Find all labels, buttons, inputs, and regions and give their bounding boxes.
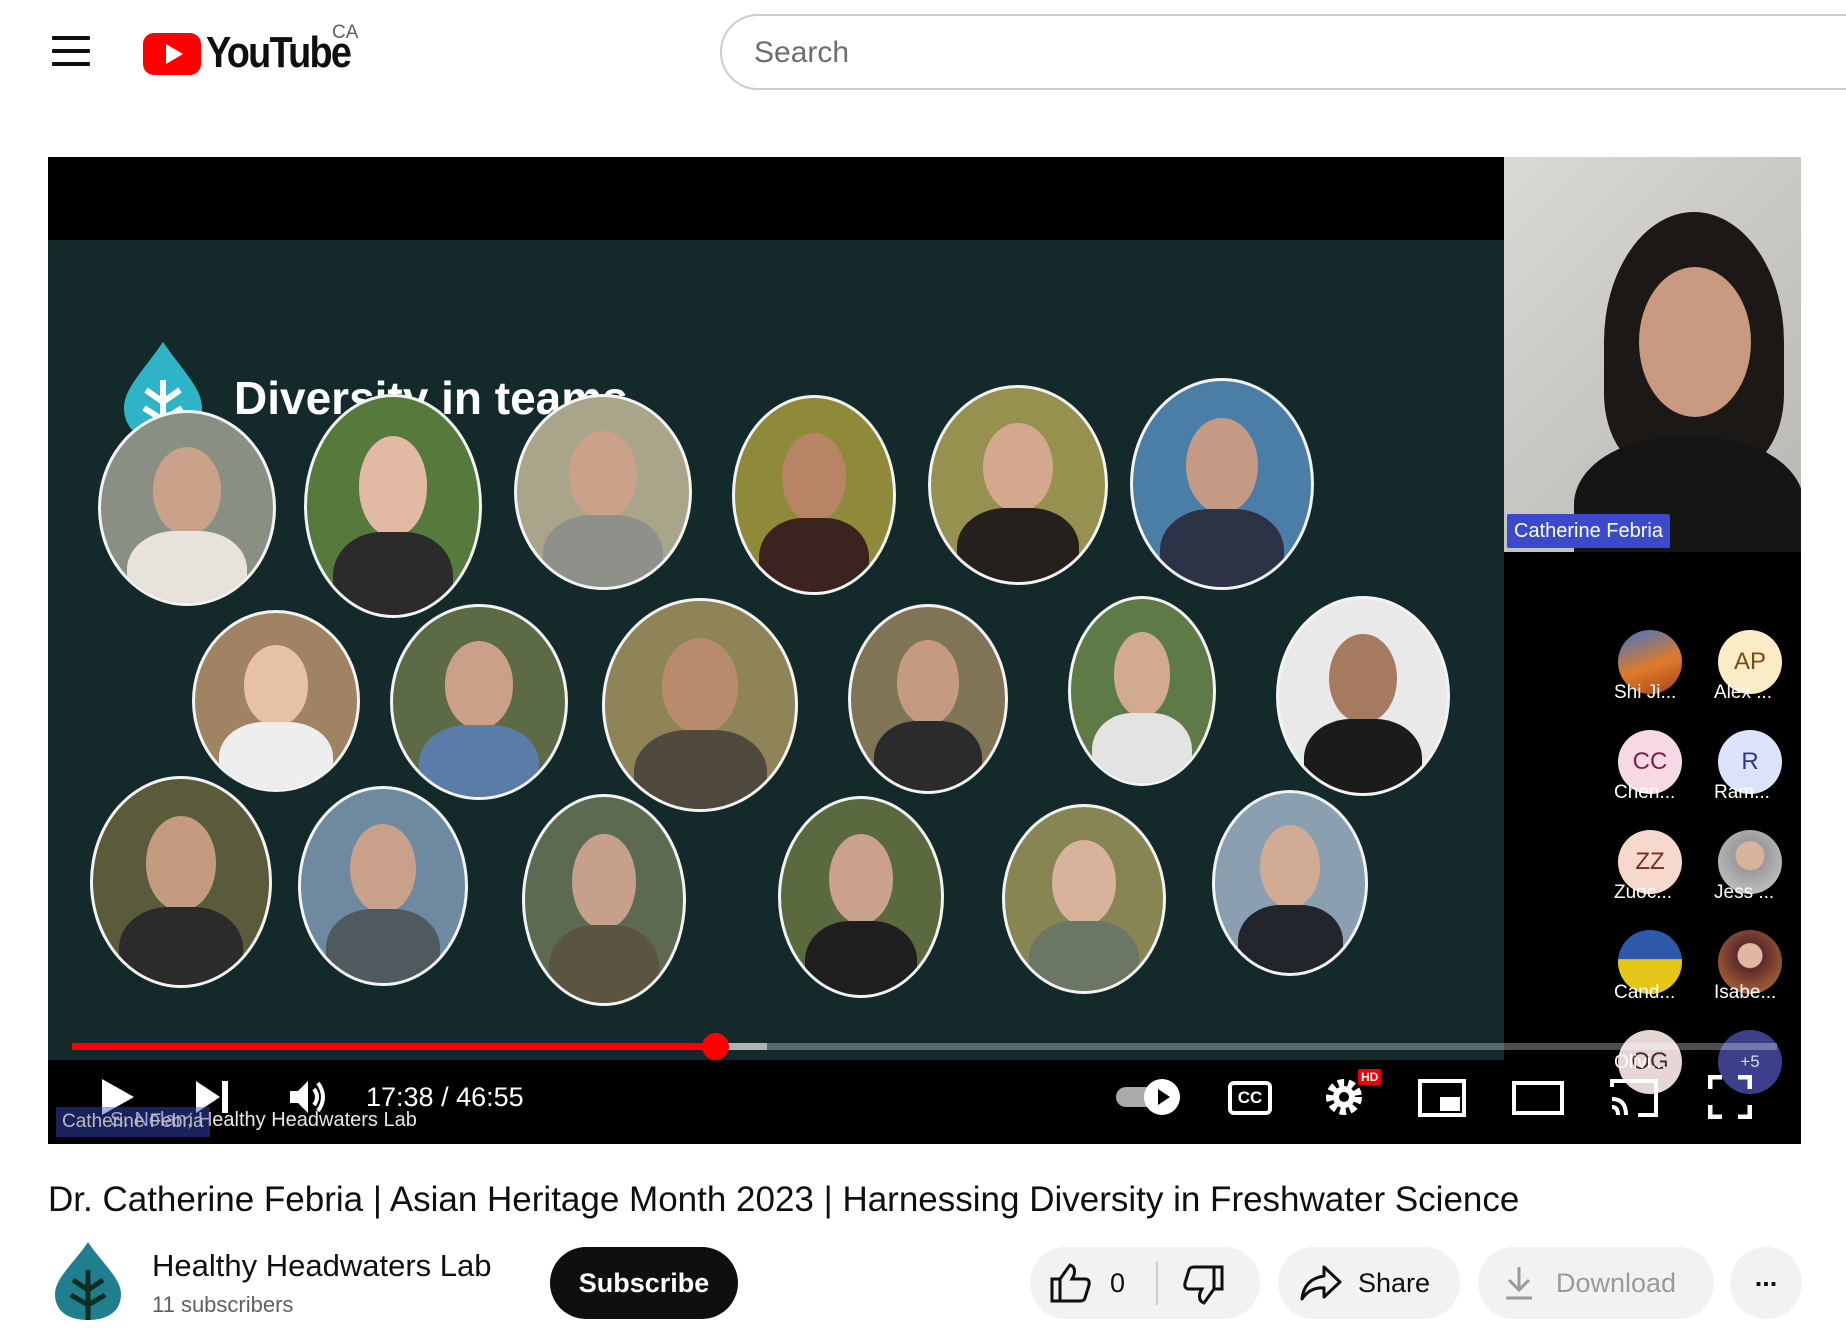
autoplay-toggle-icon[interactable]	[1114, 1077, 1186, 1117]
team-photo	[928, 385, 1108, 585]
participant-name: Cand...	[1614, 982, 1676, 1003]
download-button[interactable]: Download	[1478, 1247, 1714, 1319]
like-divider	[1156, 1261, 1158, 1305]
team-photo	[1002, 804, 1166, 994]
team-photo	[514, 394, 692, 590]
team-photo	[522, 794, 686, 1006]
volume-icon[interactable]	[288, 1077, 328, 1117]
more-actions-button[interactable]: ...	[1730, 1247, 1802, 1319]
download-label: Download	[1556, 1268, 1677, 1298]
team-photo	[304, 394, 482, 618]
share-arrow-icon	[1300, 1265, 1342, 1301]
participant-name: Olivi...	[1614, 1052, 1667, 1073]
captions-button[interactable]: CC	[1228, 1081, 1272, 1115]
channel-avatar[interactable]	[53, 1240, 123, 1322]
country-code: CA	[332, 22, 359, 43]
presentation-slide: Diversity in teams S. Nolan; Healthy Hea…	[48, 240, 1504, 1131]
participant-name: Shi Ji...	[1614, 682, 1677, 703]
subscribe-button[interactable]: Subscribe	[550, 1247, 738, 1319]
team-photo	[1276, 596, 1450, 796]
captions-label: CC	[1237, 1088, 1263, 1107]
search-box[interactable]	[720, 14, 1846, 90]
progress-played	[72, 1043, 715, 1050]
cast-icon[interactable]	[1608, 1077, 1660, 1119]
time-current: 17:38	[366, 1082, 434, 1112]
miniplayer-icon[interactable]	[1418, 1079, 1466, 1117]
team-photo	[98, 410, 276, 606]
hd-badge: HD	[1358, 1069, 1382, 1085]
participant-name: Isabe...	[1714, 982, 1777, 1003]
thumbs-down-icon[interactable]	[1182, 1265, 1224, 1305]
progress-scrubber[interactable]	[701, 1033, 729, 1060]
share-label: Share	[1358, 1268, 1431, 1298]
participant-name: Ram...	[1714, 782, 1770, 803]
team-photo	[90, 776, 272, 988]
speaker-video	[1504, 157, 1801, 552]
team-photo	[192, 610, 360, 792]
youtube-logo[interactable]	[143, 32, 201, 76]
video-title: Dr. Catherine Febria | Asian Heritage Mo…	[48, 1180, 1520, 1219]
subscriber-count: 11 subscribers	[152, 1292, 294, 1317]
search-input[interactable]: Search	[754, 36, 849, 70]
overlay-name-label: Catherine Febria	[56, 1107, 210, 1137]
like-dislike-group: 0	[1030, 1247, 1260, 1319]
time-total: 46:55	[456, 1082, 524, 1112]
like-count[interactable]: 0	[1110, 1247, 1125, 1319]
download-icon	[1506, 1267, 1532, 1300]
menu-icon[interactable]	[52, 36, 90, 66]
team-photo	[390, 604, 568, 800]
participant-name: Jess ...	[1714, 882, 1775, 903]
team-photo	[298, 786, 468, 986]
fullscreen-icon[interactable]	[1708, 1075, 1752, 1119]
team-photo	[1212, 790, 1368, 976]
team-photo	[848, 604, 1008, 794]
team-photo	[1068, 596, 1216, 786]
youtube-play-icon	[143, 33, 201, 75]
participant-panel: Shi Ji... AP Alex ... CC Chen... R Ram..…	[1504, 552, 1801, 1094]
participant-name: Alex ...	[1714, 682, 1773, 703]
more-actions-label: ...	[1754, 1262, 1778, 1292]
team-photo	[732, 395, 896, 595]
theater-mode-icon[interactable]	[1512, 1081, 1564, 1115]
time-display: 17:38 / 46:55	[366, 1082, 524, 1113]
video-player[interactable]: Diversity in teams S. Nolan; Healthy Hea…	[48, 157, 1801, 1144]
thumbs-up-icon[interactable]	[1050, 1263, 1092, 1303]
participant-name: Chen...	[1614, 782, 1676, 803]
team-photo	[602, 598, 798, 812]
time-separator: /	[441, 1082, 449, 1112]
team-photo	[778, 796, 944, 998]
team-photo	[1130, 378, 1314, 590]
youtube-logo-text[interactable]: YouTube	[206, 28, 352, 78]
share-button[interactable]: Share	[1278, 1247, 1460, 1319]
channel-name[interactable]: Healthy Headwaters Lab	[152, 1248, 491, 1284]
participant-name: Zuoc...	[1614, 882, 1673, 903]
speaker-name-label: Catherine Febria	[1507, 514, 1670, 548]
